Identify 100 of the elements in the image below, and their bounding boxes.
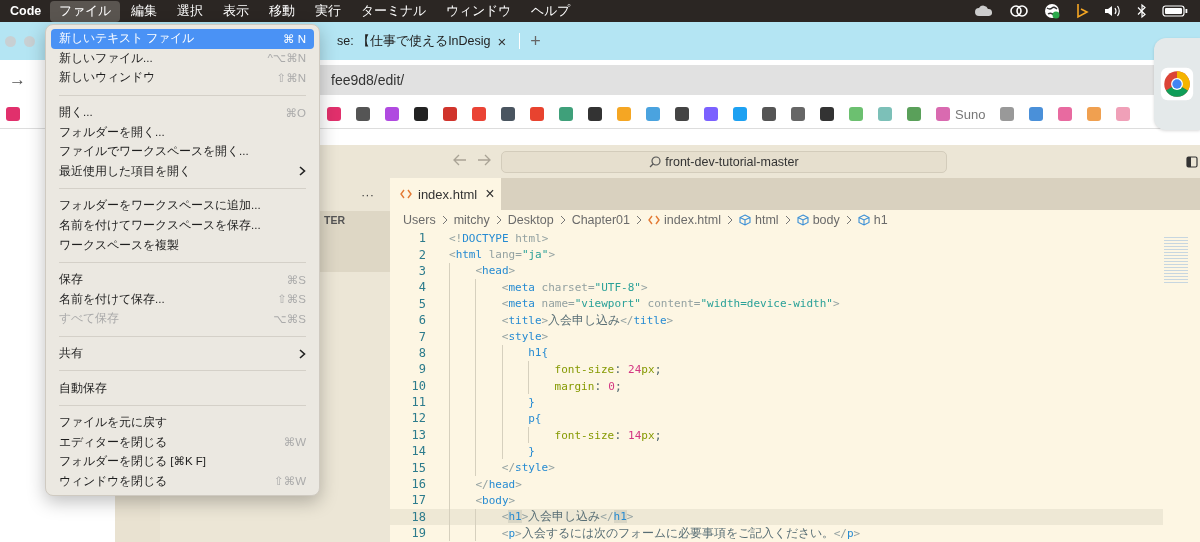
panel-toggle-icon[interactable] — [1186, 156, 1198, 168]
globe-check-icon[interactable] — [1044, 3, 1060, 19]
line-number: 10 — [410, 378, 426, 393]
line-number: 17 — [410, 493, 426, 508]
menu-item[interactable]: 最近使用した項目を開く — [51, 161, 314, 182]
bookmark-icon[interactable] — [443, 107, 457, 121]
breadcrumb-item[interactable]: html — [755, 213, 779, 227]
bookmark-icon[interactable] — [327, 107, 341, 121]
bookmark-icon[interactable] — [385, 107, 399, 121]
menu-bar-item[interactable]: ファイル — [50, 0, 121, 22]
bookmark-icon[interactable] — [414, 107, 428, 121]
bookmark-icon[interactable] — [675, 107, 689, 121]
close-icon[interactable]: × — [485, 185, 495, 203]
bookmark-icon[interactable] — [762, 107, 776, 121]
line-number: 11 — [410, 395, 426, 410]
chevron-icon — [559, 215, 566, 225]
new-tab-button[interactable]: + — [530, 30, 541, 52]
breadcrumb-item[interactable]: body — [812, 213, 840, 227]
bookmark-icon[interactable] — [501, 107, 515, 121]
window-control-icon[interactable] — [24, 36, 35, 47]
cloud-icon[interactable] — [974, 5, 994, 17]
forward-button[interactable]: → — [9, 70, 26, 90]
menu-item[interactable]: 共有 — [51, 343, 314, 364]
menu-item[interactable]: ウィンドウを閉じる ⇧⌘W — [51, 471, 314, 492]
close-tab-button[interactable]: × — [494, 32, 510, 50]
play-logo-icon[interactable] — [1075, 3, 1089, 19]
bookmark-icon[interactable] — [6, 107, 20, 121]
breadcrumb-item[interactable]: Chapter01 — [571, 213, 630, 227]
bookmark-icon[interactable] — [1116, 107, 1131, 121]
line-number: 6 — [417, 313, 426, 328]
bookmark-icon[interactable] — [588, 107, 602, 121]
menu-bar-item[interactable]: ヘルプ — [522, 0, 580, 22]
menu-item[interactable]: 名前を付けてワークスペースを保存... — [51, 215, 314, 236]
menu-item[interactable]: 名前を付けて保存... ⇧⌘S — [51, 289, 314, 310]
command-search-field[interactable]: front-dev-tutorial-master — [501, 150, 947, 173]
menu-item[interactable]: 開く... ⌘O — [51, 102, 314, 123]
section-header[interactable]: TER — [324, 214, 345, 226]
code-line: h1{ — [528, 346, 549, 360]
breadcrumb-item[interactable]: Users — [403, 213, 436, 227]
line-number: 12 — [410, 411, 426, 426]
volume-icon[interactable] — [1104, 4, 1122, 18]
code-line: } — [528, 444, 535, 458]
chevron-icon — [441, 215, 448, 225]
bookmark-icon[interactable] — [820, 107, 834, 121]
menu-item[interactable]: ワークスペースを複製 — [51, 235, 314, 255]
menu-bar-item[interactable]: 編集 — [122, 0, 167, 22]
menu-bar-item[interactable]: 表示 — [214, 0, 259, 22]
rings-icon[interactable] — [1009, 4, 1029, 18]
menu-bar-item[interactable]: ターミナル — [352, 0, 436, 22]
line-number: 3 — [417, 263, 426, 278]
bluetooth-icon[interactable] — [1137, 3, 1147, 19]
bookmark-icon[interactable] — [1087, 107, 1102, 121]
code-line: <style> — [501, 330, 549, 344]
bookmark-icon[interactable] — [1029, 107, 1044, 121]
line-number: 14 — [410, 444, 426, 459]
browser-tab[interactable]: se: 【仕事で使えるInDesig — [337, 32, 491, 50]
chevron-icon — [495, 215, 502, 225]
menu-bar-item[interactable]: 移動 — [260, 0, 305, 22]
menu-item[interactable]: フォルダーを開く... — [51, 122, 314, 142]
menu-item[interactable]: ファイルでワークスペースを開く... — [51, 141, 314, 162]
line-number: 4 — [417, 280, 426, 295]
editor-tab[interactable]: index.html × — [390, 178, 501, 210]
breadcrumb-item[interactable]: mitchy — [453, 213, 490, 227]
line-number: 2 — [417, 247, 426, 262]
code-line: <p>入会するには次のフォームに必要事項をご記入ください。</p> — [501, 524, 861, 542]
app-menu[interactable]: Code — [0, 4, 51, 18]
menu-item[interactable]: フォルダーを閉じる [⌘K F] — [51, 452, 314, 472]
code-line: font-size: 24px; — [554, 362, 662, 377]
bookmark-icon[interactable] — [704, 107, 718, 121]
bookmark-link[interactable]: Suno — [955, 106, 986, 122]
line-number: 19 — [410, 526, 426, 541]
menu-item[interactable]: 保存 ⌘S — [51, 269, 314, 290]
menu-item[interactable]: フォルダーをワークスペースに追加... — [51, 196, 314, 216]
line-number: 15 — [410, 460, 426, 475]
code-line: <html lang="ja"> — [449, 248, 555, 262]
browser-app-icon[interactable] — [1160, 67, 1194, 101]
menu-item[interactable]: エディターを閉じる ⌘W — [51, 432, 314, 453]
menu-item[interactable]: 自動保存 — [51, 378, 314, 398]
bookmark-icon[interactable] — [356, 107, 370, 121]
more-actions-button[interactable]: ··· — [361, 187, 374, 202]
code-file-icon — [648, 215, 660, 225]
menu-bar-item[interactable]: ウィンドウ — [437, 0, 521, 22]
line-number: 9 — [417, 362, 426, 377]
bookmark-icon[interactable] — [1058, 107, 1073, 121]
bookmark-icon[interactable] — [791, 107, 805, 121]
line-number: 8 — [417, 345, 426, 360]
battery-icon[interactable] — [1162, 5, 1188, 17]
menu-bar-item[interactable]: 選択 — [168, 0, 213, 22]
breadcrumb-item[interactable]: Desktop — [507, 213, 554, 227]
breadcrumb-item[interactable]: h1 — [873, 213, 888, 227]
cube-icon — [796, 214, 809, 226]
cube-icon — [857, 214, 870, 226]
breadcrumb-item[interactable]: index.html — [664, 213, 721, 227]
window-control-icon[interactable] — [5, 36, 16, 47]
menu-item[interactable]: ファイルを元に戻す — [51, 412, 314, 433]
bookmark-icon[interactable] — [1000, 107, 1015, 121]
chevron-icon — [845, 215, 852, 225]
code-line: </style> — [501, 461, 555, 475]
menu-bar-item[interactable]: 実行 — [306, 0, 351, 22]
code-line: font-size: 14px; — [554, 427, 662, 442]
